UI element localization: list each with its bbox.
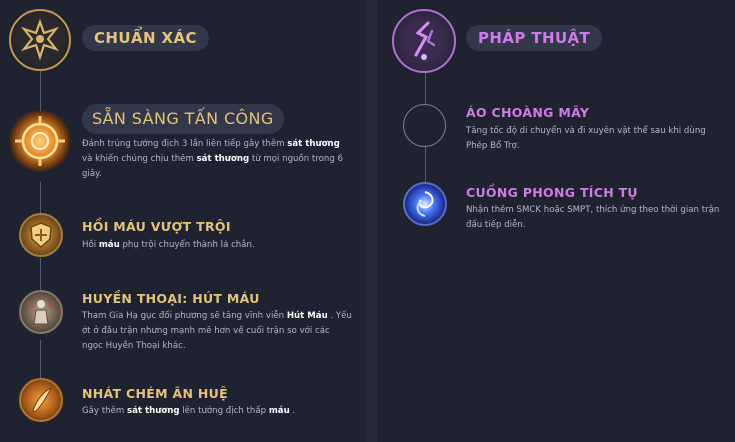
connector-line bbox=[40, 182, 41, 214]
description-text: và khiến chúng chịu thêm bbox=[82, 154, 197, 164]
description-text: . bbox=[289, 406, 296, 416]
highlight-term: Hút Máu bbox=[286, 311, 328, 321]
rune-name: HUYỀN THOẠI: HÚT MÁU bbox=[82, 291, 260, 306]
connector-line bbox=[425, 72, 426, 105]
wind-vortex-icon[interactable] bbox=[403, 182, 447, 226]
legend-statue-icon[interactable] bbox=[19, 290, 63, 334]
description-text: Tăng tốc độ di chuyển và đi xuyên vật th… bbox=[466, 126, 706, 151]
tree-title: CHUẨN XÁC bbox=[82, 25, 209, 51]
tree-title: PHÁP THUẬT bbox=[466, 25, 603, 51]
panel-divider bbox=[366, 0, 377, 442]
rune-description: Nhận thêm SMCK hoặc SMPT, thích ứng theo… bbox=[466, 203, 724, 233]
highlight-term: sát thương bbox=[126, 406, 180, 416]
description-text: phụ trội chuyển thành lá chắn. bbox=[119, 240, 255, 250]
rune-name: CUỒNG PHONG TÍCH TỤ bbox=[466, 185, 638, 200]
description-text: Tham Gia Hạ gục đối phương sẽ tăng vĩnh … bbox=[82, 311, 287, 321]
highlight-term: sát thương bbox=[196, 154, 250, 164]
connector-line bbox=[40, 340, 41, 380]
rune-name: NHÁT CHÉM ÂN HUỆ bbox=[82, 386, 228, 401]
highlight-term: máu bbox=[268, 406, 290, 416]
keystone-icon[interactable] bbox=[9, 110, 71, 172]
description-text: Đánh trúng tướng địch 3 lần liên tiếp gâ… bbox=[82, 139, 288, 149]
keystone-description: Đánh trúng tướng địch 3 lần liên tiếp gâ… bbox=[82, 137, 352, 182]
left-tree.runes.0.icon[interactable] bbox=[19, 213, 63, 257]
highlight-term: sát thương bbox=[287, 139, 340, 149]
blade-slash-icon[interactable] bbox=[19, 378, 63, 422]
rune-description: Tăng tốc độ di chuyển và đi xuyên vật th… bbox=[466, 124, 724, 154]
description-text: Gây thêm bbox=[82, 406, 127, 416]
description-text: Hồi bbox=[82, 240, 99, 250]
connector-line bbox=[40, 258, 41, 290]
description-text: Nhận thêm SMCK hoặc SMPT, thích ứng theo… bbox=[466, 205, 720, 230]
description-text: lên tướng địch thấp bbox=[179, 406, 269, 416]
rune-name: HỒI MÁU VƯỢT TRỘI bbox=[82, 219, 231, 234]
rune-description: Gây thêm sát thương lên tướng địch thấp … bbox=[82, 404, 352, 419]
keystone-name: SẴN SÀNG TẤN CÔNG bbox=[82, 104, 284, 134]
highlight-term: máu bbox=[98, 240, 120, 250]
precision-tree-icon[interactable] bbox=[9, 9, 71, 71]
empty-slot-icon[interactable] bbox=[403, 104, 446, 147]
sorcery-tree-icon[interactable] bbox=[392, 9, 456, 73]
rune-name: ÁO CHOÀNG MÂY bbox=[466, 105, 590, 120]
connector-line bbox=[425, 145, 426, 183]
rune-description: Hồi máu phụ trội chuyển thành lá chắn. bbox=[82, 238, 352, 253]
connector-line bbox=[40, 70, 41, 112]
rune-description: Tham Gia Hạ gục đối phương sẽ tăng vĩnh … bbox=[82, 309, 352, 354]
